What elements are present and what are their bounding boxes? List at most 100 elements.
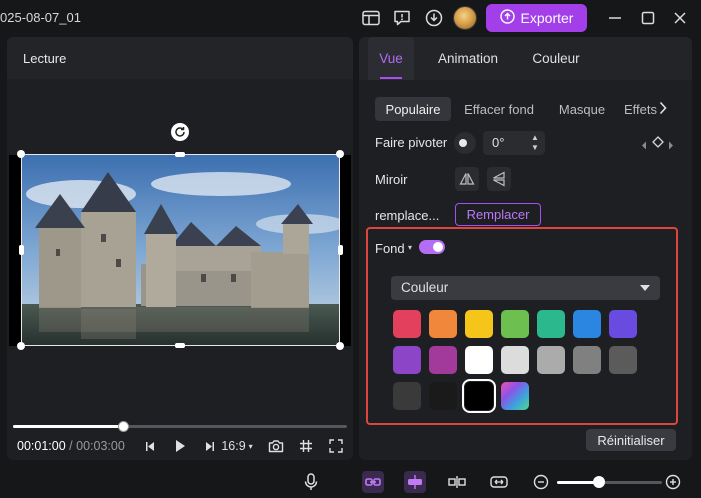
subtab-effets[interactable]: Effets [624, 97, 664, 121]
color-swatch[interactable] [501, 310, 529, 338]
color-swatch[interactable] [465, 310, 493, 338]
tab-couleur[interactable]: Couleur [525, 37, 587, 80]
rotate-value: 0° [492, 135, 505, 150]
chevron-right-icon[interactable] [659, 101, 667, 118]
total-time: 00:03:00 [76, 439, 125, 453]
resize-handle-right[interactable] [338, 245, 343, 255]
zoom-out-icon[interactable] [530, 471, 552, 493]
feedback-icon[interactable] [391, 7, 413, 29]
previous-frame-icon[interactable] [143, 436, 157, 456]
rotate-dial-dot [459, 139, 467, 147]
playback-scrubber[interactable] [13, 421, 347, 432]
maximize-icon[interactable] [639, 9, 657, 27]
keyframe-prev-icon[interactable] [641, 138, 647, 153]
chevron-down-icon[interactable]: ▾ [408, 243, 412, 252]
fullscreen-icon[interactable] [327, 436, 345, 456]
decrement-icon[interactable]: ▼ [530, 143, 540, 152]
export-button[interactable]: Exporter [486, 4, 587, 32]
color-swatch[interactable] [501, 382, 529, 410]
replace-button[interactable]: Remplacer [455, 203, 541, 226]
layout-icon[interactable] [360, 7, 382, 29]
background-toggle[interactable] [419, 240, 445, 254]
background-type-value: Couleur [401, 280, 449, 295]
link-clips-icon[interactable] [362, 471, 384, 493]
next-frame-icon[interactable] [203, 436, 217, 456]
background-label: Fond [375, 241, 405, 256]
subtab-masque-label: Masque [558, 101, 606, 117]
download-icon[interactable] [423, 7, 445, 29]
close-icon[interactable] [671, 9, 689, 27]
playback-knob[interactable] [118, 421, 129, 432]
mirror-label: Miroir [375, 172, 408, 187]
keyframe-next-icon[interactable] [668, 138, 674, 153]
color-swatch[interactable] [501, 346, 529, 374]
export-label: Exporter [520, 10, 574, 26]
play-icon[interactable] [172, 436, 188, 456]
microphone-icon[interactable] [300, 471, 322, 493]
color-swatch[interactable] [393, 346, 421, 374]
properties-panel: Vue Animation Couleur Populaire Effacer … [359, 37, 692, 460]
zoom-slider[interactable] [557, 476, 662, 488]
camera-icon[interactable] [267, 436, 285, 456]
rotate-handle-icon[interactable] [171, 123, 189, 141]
preview-panel: Lecture 00:01:00 / 00:03:00 16:9 ▾ [7, 37, 353, 460]
upload-icon [499, 9, 515, 27]
time-display: 00:01:00 / 00:03:00 [17, 439, 125, 453]
minimize-icon[interactable] [606, 9, 624, 27]
fit-timeline-icon[interactable] [488, 471, 510, 493]
color-swatch[interactable] [609, 310, 637, 338]
color-swatch[interactable] [537, 310, 565, 338]
subtab-row: Populaire Effacer fond Masque Effets [374, 97, 692, 123]
zoom-slider-knob[interactable] [593, 476, 605, 488]
split-icon[interactable] [446, 471, 468, 493]
color-swatch[interactable] [462, 379, 496, 413]
preview-header-label: Lecture [23, 51, 67, 66]
time-separator: / [69, 439, 73, 453]
tab-animation[interactable]: Animation [431, 37, 505, 80]
aspect-ratio-label: 16:9 [221, 439, 246, 453]
grid-icon[interactable] [297, 436, 315, 456]
color-swatch[interactable] [537, 346, 565, 374]
resize-handle-top-right[interactable] [336, 150, 344, 158]
color-swatch[interactable] [573, 310, 601, 338]
color-swatch[interactable] [393, 310, 421, 338]
color-swatch[interactable] [609, 346, 637, 374]
flip-horizontal-icon[interactable] [455, 167, 479, 191]
properties-tabbar: Vue Animation Couleur [359, 37, 692, 80]
selection-box[interactable] [21, 154, 340, 346]
subtab-effets-label: Effets [624, 101, 658, 117]
resize-handle-top-left[interactable] [17, 150, 25, 158]
subtab-masque[interactable]: Masque [552, 97, 612, 121]
subtab-populaire[interactable]: Populaire [375, 97, 451, 121]
resize-handle-bottom-right[interactable] [336, 342, 344, 350]
chevron-down-icon: ▾ [248, 441, 253, 451]
color-swatch[interactable] [573, 346, 601, 374]
rotate-dial[interactable] [454, 132, 476, 154]
auto-ripple-icon[interactable] [404, 471, 426, 493]
keyframe-diamond-icon[interactable] [652, 136, 664, 151]
user-avatar[interactable] [453, 6, 477, 30]
resize-handle-bottom[interactable] [175, 343, 185, 348]
project-title: 025-08-07_01 [0, 10, 81, 25]
resize-handle-top[interactable] [175, 152, 185, 157]
color-swatch[interactable] [429, 346, 457, 374]
dropdown-caret-icon [640, 285, 650, 291]
color-swatch[interactable] [429, 310, 457, 338]
title-bar: 025-08-07_01 Exporter [0, 0, 701, 36]
current-time: 00:01:00 [17, 439, 66, 453]
subtab-effacer-fond[interactable]: Effacer fond [458, 97, 540, 121]
replace-label: remplace... [375, 208, 440, 223]
tab-vue[interactable]: Vue [368, 37, 414, 80]
zoom-in-icon[interactable] [662, 471, 684, 493]
background-type-select[interactable]: Couleur [391, 276, 660, 300]
color-swatch[interactable] [429, 382, 457, 410]
flip-vertical-icon[interactable] [487, 167, 511, 191]
aspect-ratio-dropdown[interactable]: 16:9 ▾ [218, 436, 256, 456]
color-swatch[interactable] [465, 346, 493, 374]
rotate-input[interactable]: 0° ▲ ▼ [483, 131, 545, 155]
resize-handle-bottom-left[interactable] [17, 342, 25, 350]
reset-button[interactable]: Réinitialiser [586, 429, 676, 451]
playback-progress [13, 425, 123, 428]
resize-handle-left[interactable] [19, 245, 24, 255]
color-swatch[interactable] [393, 382, 421, 410]
